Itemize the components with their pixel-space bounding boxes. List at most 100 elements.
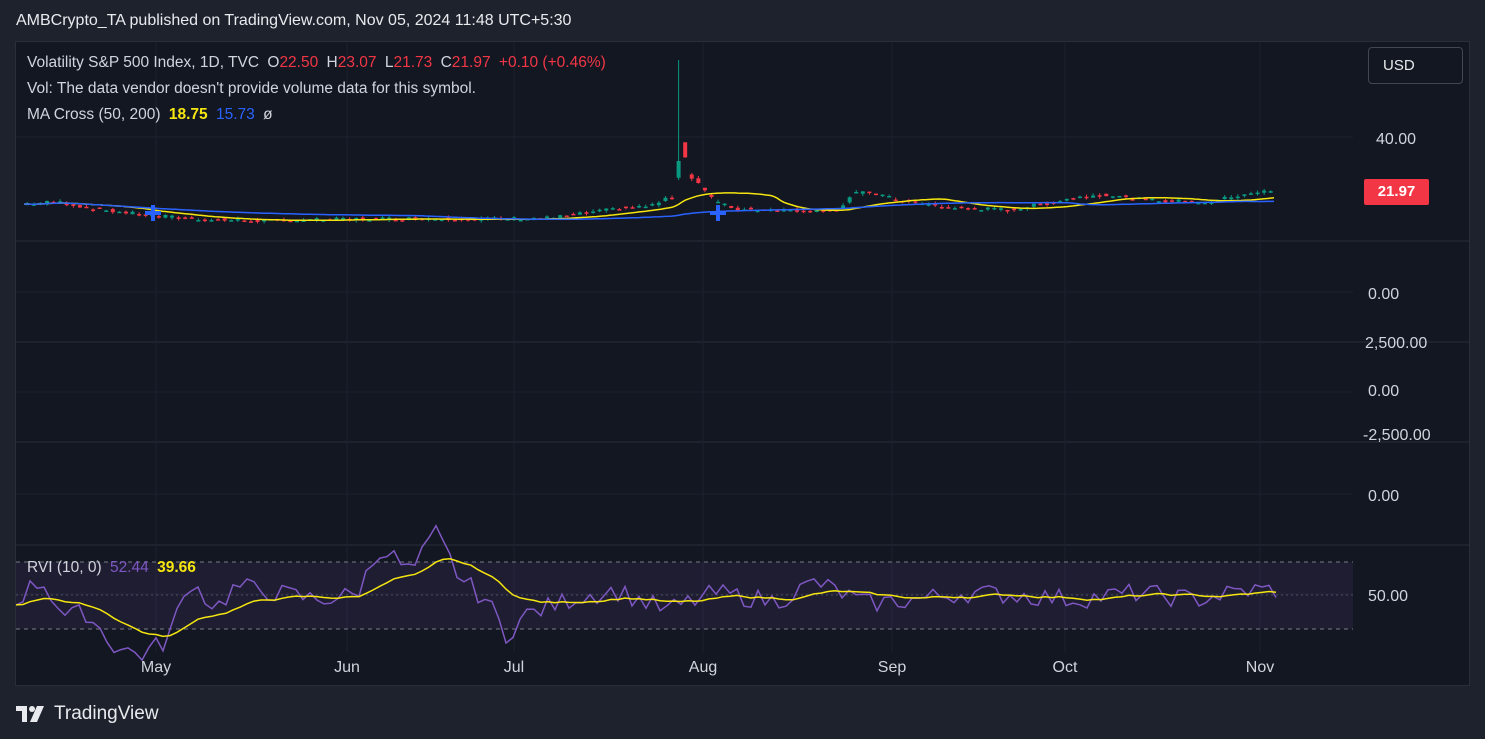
candle-body [591, 211, 596, 214]
candle-body [1262, 190, 1267, 193]
candle-body [222, 218, 227, 221]
candle-body [77, 205, 82, 208]
candle-body [235, 219, 240, 221]
candle-body [1150, 198, 1155, 201]
volume-notice: Vol: The data vendor doesn't provide vol… [27, 80, 476, 97]
candle-body [966, 208, 971, 210]
candle-body [1045, 203, 1050, 205]
chart-canvas[interactable]: 40.00 0.00 2,500.00 0.00 -2,500.00 0.00 50.00 M… [16, 42, 1469, 685]
ma50-value: 18.75 [168, 106, 208, 123]
candle-body [163, 214, 168, 218]
tradingview-footer[interactable]: TradingView [16, 703, 159, 725]
pane-axis-tick: 2,500.00 [1365, 335, 1427, 352]
candle-body [735, 207, 740, 211]
candle-body [1242, 194, 1247, 196]
candle-body [702, 187, 707, 191]
candle-body [597, 209, 602, 212]
time-axis-label: Aug [689, 659, 717, 676]
candle-body [1110, 196, 1115, 198]
candle-body [216, 219, 221, 221]
candle-body [637, 205, 642, 208]
candle-body [1031, 203, 1036, 207]
candle-body [584, 212, 589, 214]
candle-body [571, 213, 576, 216]
ma-cross-marker-icon [710, 205, 726, 221]
candle-body [1064, 198, 1069, 201]
change-value: +0.10 (+0.46%) [498, 54, 606, 71]
ma-cross-legend[interactable]: MA Cross (50, 200) 18.75 15.73 ø [27, 106, 277, 124]
candle-body [545, 216, 550, 218]
candle-body [137, 214, 142, 216]
price-axis-tick: 40.00 [1376, 131, 1416, 148]
high-value: 23.07 [337, 54, 377, 71]
candle-body [650, 204, 655, 206]
candle-body [670, 197, 675, 200]
candle-body [1268, 191, 1273, 193]
candle-body [1170, 200, 1175, 202]
candle-body [1156, 201, 1161, 203]
currency-button[interactable]: USD [1368, 47, 1463, 84]
rvi-signal-value: 39.66 [157, 559, 196, 576]
ma200-value: 15.73 [215, 106, 255, 123]
candle-body [617, 209, 622, 211]
candle-body [1005, 210, 1010, 212]
rvi-legend[interactable]: RVI (10, 0) 52.44 39.66 [27, 559, 200, 577]
time-axis-label: Oct [1053, 659, 1078, 676]
chart-frame[interactable]: 40.00 0.00 2,500.00 0.00 -2,500.00 0.00 50.00 M… [15, 41, 1470, 686]
candle-body [564, 215, 569, 218]
candle-body [643, 206, 648, 209]
candle-body [400, 220, 405, 222]
candle-body [242, 220, 247, 222]
time-axis-label: Jul [504, 659, 524, 676]
hidden-eye-icon[interactable]: ø [263, 106, 272, 123]
candle-body [604, 208, 609, 211]
symbol-label[interactable]: Volatility S&P 500 Index, 1D, TVC [27, 54, 259, 71]
candle-body [1084, 196, 1089, 199]
pane-axis-tick: 0.00 [1368, 488, 1399, 505]
candle-body [722, 203, 727, 206]
candle-body [867, 191, 872, 194]
candle-body [952, 208, 957, 210]
candle-body [202, 219, 207, 222]
time-axis-label: May [141, 659, 171, 676]
candle-body [998, 208, 1003, 210]
time-axis-label: Sep [878, 659, 907, 676]
open-value: 22.50 [279, 54, 319, 71]
candle-body [1071, 198, 1076, 200]
candle-body [893, 199, 898, 202]
candle-body [452, 219, 457, 222]
tradingview-logo-icon [16, 706, 44, 722]
candle-body [1104, 193, 1109, 197]
candle-body [104, 210, 109, 212]
candle-body [854, 191, 859, 194]
rvi-axis-tick: 50.00 [1368, 588, 1408, 605]
candle-body [123, 211, 128, 214]
low-value: 21.73 [393, 54, 433, 71]
pane-axis-tick: 0.00 [1368, 383, 1399, 400]
candle-body [873, 193, 878, 196]
candle-body [887, 196, 892, 198]
candle-body [1018, 209, 1023, 211]
candle-body [97, 207, 102, 210]
candle-body [84, 206, 89, 209]
pane-axis-tick: 0.00 [1368, 286, 1399, 303]
candle-body [630, 207, 635, 209]
candle-body [1038, 203, 1043, 206]
candle-body [156, 216, 161, 218]
candle-body [860, 191, 865, 194]
candle-body [1117, 195, 1122, 198]
candle-body [939, 206, 944, 209]
candle-body [518, 219, 523, 222]
candle-body [71, 204, 76, 206]
candle-body [808, 210, 813, 213]
candle-body [801, 210, 806, 213]
pane-axis-tick: -2,500.00 [1363, 427, 1431, 444]
candle-body [209, 220, 214, 222]
candle-body [341, 217, 346, 220]
candle-body [696, 178, 701, 183]
candle-body [117, 211, 122, 214]
candle-body [1097, 195, 1102, 197]
high-label: H [326, 54, 338, 71]
candle-body [248, 221, 253, 223]
candle-body [1012, 208, 1017, 211]
